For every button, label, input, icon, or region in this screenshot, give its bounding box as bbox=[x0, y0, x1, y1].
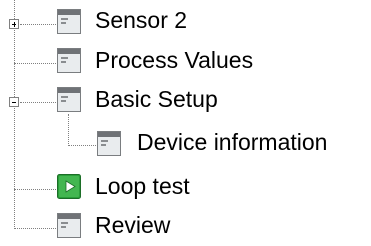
tree-node-label[interactable]: Sensor 2 bbox=[95, 5, 187, 35]
tree-connector bbox=[20, 24, 56, 25]
collapse-minus-icon[interactable] bbox=[9, 97, 19, 107]
tree-view: Sensor 2 Process Values Basic Setup Devi… bbox=[0, 0, 371, 246]
tree-node-label[interactable]: Loop test bbox=[95, 171, 190, 201]
tree-connector bbox=[68, 145, 96, 146]
tree-node-label[interactable]: Review bbox=[95, 210, 170, 240]
tree-connector bbox=[20, 102, 56, 103]
tree-connector bbox=[14, 228, 56, 229]
tree-connector bbox=[14, 63, 56, 64]
page-icon bbox=[57, 213, 81, 238]
page-icon bbox=[57, 48, 81, 73]
tree-node-label[interactable]: Device information bbox=[137, 127, 327, 157]
expand-plus-icon[interactable] bbox=[9, 19, 19, 29]
page-icon bbox=[57, 9, 81, 34]
tree-connector-child bbox=[68, 114, 69, 146]
tree-connector-root bbox=[14, 0, 15, 229]
tree-node-label[interactable]: Basic Setup bbox=[95, 84, 218, 114]
page-icon bbox=[97, 131, 121, 156]
tree-connector bbox=[14, 189, 56, 190]
page-icon bbox=[57, 87, 81, 112]
play-icon bbox=[57, 174, 81, 199]
tree-node-label[interactable]: Process Values bbox=[95, 45, 253, 75]
